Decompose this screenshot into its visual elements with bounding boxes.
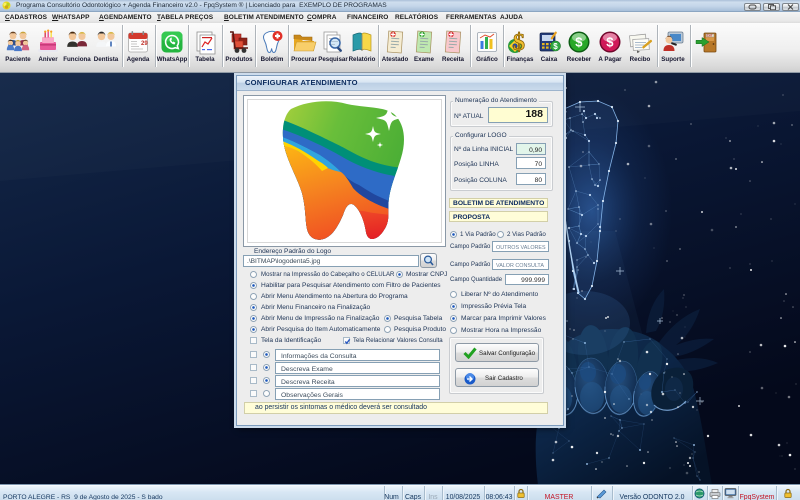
svg-text:$: $	[575, 35, 583, 50]
svg-text:$: $	[553, 42, 558, 51]
svg-text:$: $	[513, 30, 525, 55]
svg-text:29: 29	[141, 41, 148, 47]
svg-text:$: $	[606, 35, 614, 50]
svg-text:EXIT: EXIT	[707, 34, 713, 38]
